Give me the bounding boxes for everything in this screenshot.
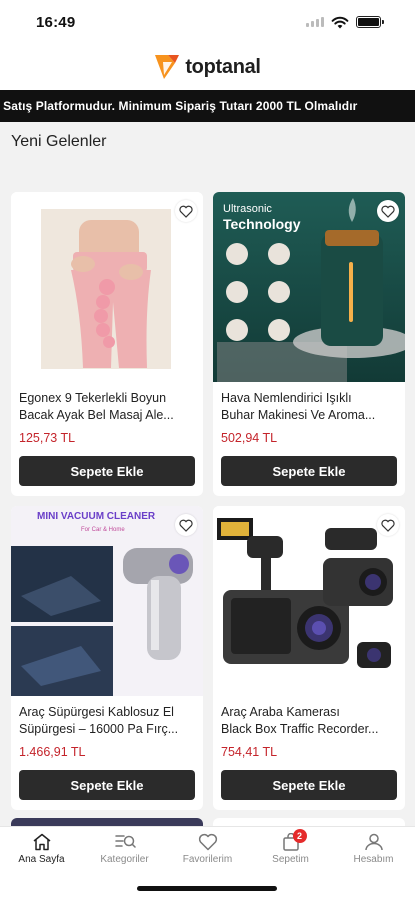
product-title[interactable]: Araç Araba Kamerası Black Box Traffic Re… — [221, 704, 397, 738]
product-card[interactable]: Ultrasonic Technology Hava Nemlendirici … — [213, 192, 405, 496]
tab-favorites[interactable]: Favorilerim — [166, 827, 249, 873]
tab-categories[interactable]: Kategoriler — [83, 827, 166, 873]
tab-label: Sepetim — [272, 854, 309, 865]
product-grid: Egonex 9 Tekerlekli Boyun Bacak Ayak Bel… — [11, 192, 405, 810]
categories-icon — [114, 835, 136, 848]
favorite-button[interactable] — [377, 514, 399, 536]
product-card[interactable]: MINI VACUUM CLEANER For Car & Home Araç … — [11, 506, 203, 810]
wifi-icon — [331, 16, 349, 28]
tab-label: Kategoriler — [100, 854, 149, 865]
tab-label: Ana Sayfa — [18, 854, 65, 865]
tab-label: Favorilerim — [182, 854, 233, 865]
cart-badge: 2 — [292, 829, 307, 843]
home-indicator — [137, 886, 277, 891]
product-title[interactable]: Araç Süpürgesi Kablosuz El Süpürgesi – 1… — [19, 704, 195, 738]
tab-label: Hesabım — [353, 854, 394, 865]
add-to-cart-button[interactable]: Sepete Ekle — [19, 456, 195, 486]
heart-icon — [381, 519, 395, 532]
heart-icon — [381, 205, 395, 218]
product-title[interactable]: Egonex 9 Tekerlekli Boyun Bacak Ayak Bel… — [19, 390, 195, 424]
tab-account[interactable]: Hesabım — [332, 827, 415, 873]
product-card[interactable]: Egonex 9 Tekerlekli Boyun Bacak Ayak Bel… — [11, 192, 203, 496]
add-to-cart-button[interactable]: Sepete Ekle — [221, 770, 397, 800]
product-image[interactable] — [11, 192, 203, 382]
product-card[interactable]: Araç Araba Kamerası Black Box Traffic Re… — [213, 506, 405, 810]
heart-icon — [179, 519, 193, 532]
svg-text:For Car & Home: For Car & Home — [81, 527, 125, 533]
heart-icon — [179, 205, 193, 218]
bottom-tab-bar: Ana Sayfa Kategoriler Favorilerim 2 Sepe… — [0, 826, 415, 900]
product-title[interactable]: Hava Nemlendirici Işıklı Buhar Makinesi … — [221, 390, 397, 424]
user-icon — [364, 833, 383, 851]
product-image[interactable] — [213, 506, 405, 696]
app-header: toptanal — [0, 44, 415, 90]
tab-cart[interactable]: 2 Sepetim — [249, 827, 332, 873]
favorite-button[interactable] — [175, 514, 197, 536]
svg-text:MINI VACUUM CLEANER: MINI VACUUM CLEANER — [37, 511, 156, 522]
add-to-cart-button[interactable]: Sepete Ekle — [221, 456, 397, 486]
favorite-button[interactable] — [175, 200, 197, 222]
home-icon — [33, 833, 50, 851]
favorite-button[interactable] — [377, 200, 399, 222]
product-image[interactable]: Ultrasonic Technology — [213, 192, 405, 382]
battery-icon — [356, 16, 384, 28]
svg-text:Ultrasonic: Ultrasonic — [223, 203, 272, 215]
product-price: 502,94 TL — [221, 431, 278, 445]
svg-text:Technology: Technology — [223, 216, 301, 232]
status-icons — [306, 16, 384, 29]
add-to-cart-button[interactable]: Sepete Ekle — [19, 770, 195, 800]
announcement-text: Toptan Satış Platformudur. Minimum Sipar… — [0, 99, 358, 113]
status-time: 16:49 — [36, 13, 76, 31]
product-image[interactable]: MINI VACUUM CLEANER For Car & Home — [11, 506, 203, 696]
logo-mark-icon — [155, 55, 180, 79]
tab-home[interactable]: Ana Sayfa — [0, 827, 83, 873]
signal-icon — [306, 17, 324, 27]
heart-icon — [198, 833, 217, 851]
product-price: 754,41 TL — [221, 745, 278, 759]
status-bar: 16:49 — [0, 0, 415, 44]
logo[interactable]: toptanal — [154, 53, 261, 81]
product-price: 1.466,91 TL — [19, 745, 86, 759]
section-title: Yeni Gelenler — [11, 133, 107, 150]
product-price: 125,73 TL — [19, 431, 76, 445]
announcement-bar: Toptan Satış Platformudur. Minimum Sipar… — [0, 90, 415, 122]
logo-text: toptanal — [185, 55, 261, 78]
